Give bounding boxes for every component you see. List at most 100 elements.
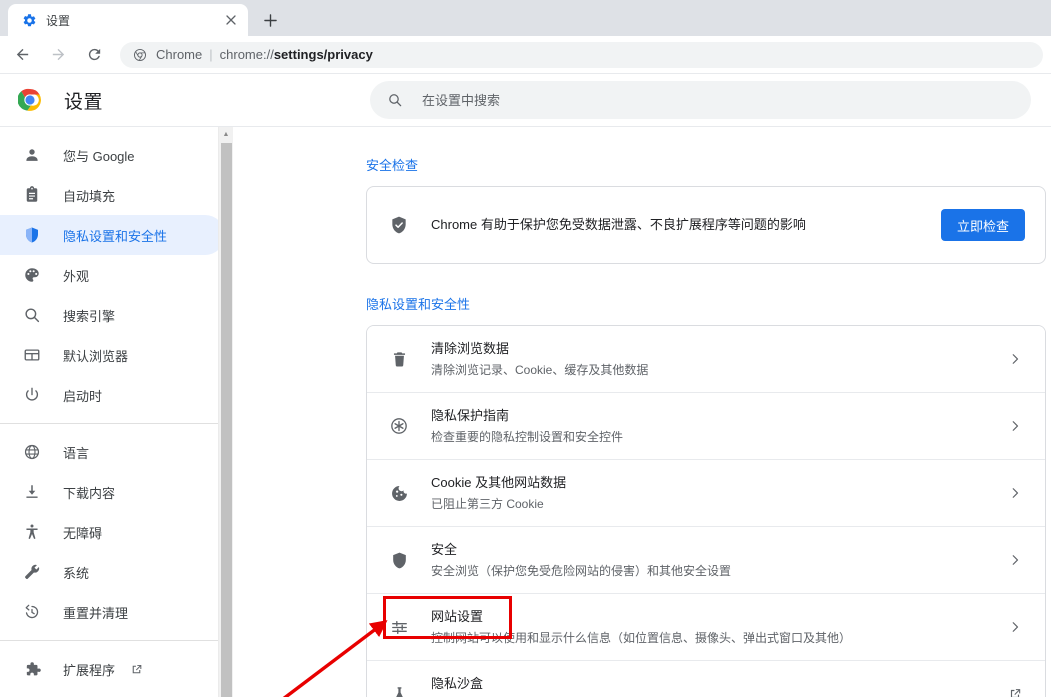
row-security[interactable]: 安全 安全浏览（保护您免受危险网站的侵害）和其他安全设置: [367, 527, 1045, 594]
row-title: Cookie 及其他网站数据: [431, 475, 567, 490]
clipboard-icon: [22, 185, 42, 205]
omnibox-separator: |: [209, 47, 213, 62]
row-subtitle: 清除浏览记录、Cookie、缓存及其他数据: [431, 363, 649, 377]
palette-icon: [22, 265, 42, 285]
forward-button[interactable]: [44, 41, 72, 69]
settings-header: 设置: [0, 74, 1051, 126]
search-box[interactable]: [370, 81, 1031, 119]
back-button[interactable]: [8, 41, 36, 69]
chevron-right-icon[interactable]: [1005, 349, 1025, 369]
puzzle-icon: [22, 659, 42, 679]
sidebar-item-label: 您与 Google: [63, 148, 135, 164]
browser-toolbar: Chrome | chrome://settings/privacy: [0, 36, 1051, 74]
sidebar-item-you-and-google[interactable]: 您与 Google: [0, 135, 225, 175]
sidebar-item-search-engine[interactable]: 搜索引擎: [0, 295, 225, 335]
section-title-privacy-security: 隐私设置和安全性: [366, 297, 471, 312]
sidebar-item-autofill[interactable]: 自动填充: [0, 175, 225, 215]
tab-settings[interactable]: 设置: [8, 4, 248, 36]
sidebar-item-on-startup[interactable]: 启动时: [0, 375, 225, 415]
row-cookies[interactable]: Cookie 及其他网站数据 已阻止第三方 Cookie: [367, 460, 1045, 527]
tab-title: 设置: [46, 13, 71, 28]
sidebar-item-label: 扩展程序: [63, 662, 116, 678]
row-body: 隐私保护指南 检查重要的隐私控制设置和安全控件: [431, 406, 993, 446]
power-icon: [22, 385, 42, 405]
chrome-logo: [17, 88, 42, 112]
row-body: 隐私沙盒 试用版功能已开启: [431, 674, 993, 697]
sidebar-item-label: 语言: [63, 445, 90, 461]
search-icon: [22, 305, 42, 325]
row-title: 安全: [431, 542, 458, 557]
sidebar-item-label: 系统: [63, 565, 90, 581]
settings-main-panel: 安全检查 Chrome 有助于保护您免受数据泄露、不良扩展程序等问题的影响 立即…: [233, 127, 1051, 697]
chevron-right-icon[interactable]: [1005, 617, 1025, 637]
chrome-shield-icon: [132, 47, 148, 63]
row-site-settings[interactable]: 网站设置 控制网站可以使用和显示什么信息（如位置信息、摄像头、弹出式窗口及其他）: [367, 594, 1045, 661]
row-subtitle: 控制网站可以使用和显示什么信息（如位置信息、摄像头、弹出式窗口及其他）: [431, 631, 852, 645]
shield-icon: [22, 225, 42, 245]
new-tab-button[interactable]: [256, 6, 284, 34]
row-body: Cookie 及其他网站数据 已阻止第三方 Cookie: [431, 473, 993, 513]
tab-strip: 设置: [0, 0, 1051, 36]
shield-check-icon: [389, 215, 409, 235]
sidebar-scrollbar[interactable]: ▲: [218, 127, 233, 697]
cookie-icon: [389, 483, 409, 503]
open-in-new-icon: [129, 662, 143, 676]
reload-button[interactable]: [80, 41, 108, 69]
row-subtitle: 已阻止第三方 Cookie: [431, 497, 544, 511]
history-restore-icon: [22, 602, 42, 622]
scrollbar-up-arrow[interactable]: ▲: [219, 127, 233, 141]
row-clear-browsing-data[interactable]: 清除浏览数据 清除浏览记录、Cookie、缓存及其他数据: [367, 326, 1045, 393]
sidebar-item-default-browser[interactable]: 默认浏览器: [0, 335, 225, 375]
sidebar-item-reset-cleanup[interactable]: 重置并清理: [0, 592, 225, 632]
content-area: 您与 Google 自动填充 隐私设置和安全性 外观 搜索引擎 默认浏览器 启动…: [0, 126, 1051, 697]
gear-icon: [21, 12, 37, 28]
check-now-button[interactable]: 立即检查: [940, 209, 1025, 241]
open-in-new-icon[interactable]: [1005, 684, 1025, 697]
accessibility-icon: [22, 522, 42, 542]
scrollbar-thumb[interactable]: [221, 143, 232, 697]
tune-icon: [389, 617, 409, 637]
row-title: 隐私保护指南: [431, 408, 510, 423]
safety-check-card: Chrome 有助于保护您免受数据泄露、不良扩展程序等问题的影响 立即检查: [366, 186, 1046, 264]
row-privacy-sandbox[interactable]: 隐私沙盒 试用版功能已开启: [367, 661, 1045, 697]
sidebar-item-downloads[interactable]: 下载内容: [0, 472, 225, 512]
safety-check-row: Chrome 有助于保护您免受数据泄露、不良扩展程序等问题的影响 立即检查: [367, 187, 1045, 263]
browser-window: 设置 Chrome | chrome://settings/privacy 设置…: [0, 0, 1051, 697]
sidebar-item-label: 下载内容: [63, 485, 116, 501]
sidebar-item-appearance[interactable]: 外观: [0, 255, 225, 295]
chevron-right-icon[interactable]: [1005, 550, 1025, 570]
sidebar-item-label: 自动填充: [63, 188, 116, 204]
page-title: 设置: [64, 91, 104, 113]
wrench-icon: [22, 562, 42, 582]
sidebar-item-system[interactable]: 系统: [0, 552, 225, 592]
sidebar-item-privacy-security[interactable]: 隐私设置和安全性: [0, 215, 225, 255]
chevron-right-icon[interactable]: [1005, 416, 1025, 436]
chevron-right-icon[interactable]: [1005, 483, 1025, 503]
sidebar-item-label: 隐私设置和安全性: [63, 228, 168, 244]
address-bar[interactable]: Chrome | chrome://settings/privacy: [120, 41, 1043, 68]
download-icon: [22, 482, 42, 502]
settings-sidebar: 您与 Google 自动填充 隐私设置和安全性 外观 搜索引擎 默认浏览器 启动…: [0, 127, 233, 697]
sidebar-item-extensions[interactable]: 扩展程序: [0, 649, 225, 689]
row-body: 清除浏览数据 清除浏览记录、Cookie、缓存及其他数据: [431, 339, 993, 379]
row-title: 清除浏览数据: [431, 341, 510, 356]
omnibox-url: chrome://settings/privacy: [220, 47, 373, 62]
sidebar-item-label: 无障碍: [63, 525, 103, 541]
shield-icon: [389, 550, 409, 570]
row-privacy-guide[interactable]: 隐私保护指南 检查重要的隐私控制设置和安全控件: [367, 393, 1045, 460]
person-icon: [22, 145, 42, 165]
sidebar-item-accessibility[interactable]: 无障碍: [0, 512, 225, 552]
row-title: 网站设置: [431, 609, 484, 624]
sidebar-item-label: 外观: [63, 268, 90, 284]
row-body: 安全 安全浏览（保护您免受危险网站的侵害）和其他安全设置: [431, 540, 993, 580]
omnibox-url-prefix: chrome://: [219, 47, 274, 62]
row-subtitle: 安全浏览（保护您免受危险网站的侵害）和其他安全设置: [431, 564, 732, 578]
omnibox-url-path: settings/privacy: [273, 47, 373, 62]
sidebar-item-languages[interactable]: 语言: [0, 432, 225, 472]
close-icon[interactable]: [223, 12, 239, 28]
sidebar-divider-1: [0, 423, 225, 424]
trash-icon: [389, 349, 409, 369]
section-title-safety-check: 安全检查: [366, 158, 419, 173]
search-input[interactable]: [422, 92, 1015, 108]
sidebar-item-label: 重置并清理: [63, 605, 129, 621]
